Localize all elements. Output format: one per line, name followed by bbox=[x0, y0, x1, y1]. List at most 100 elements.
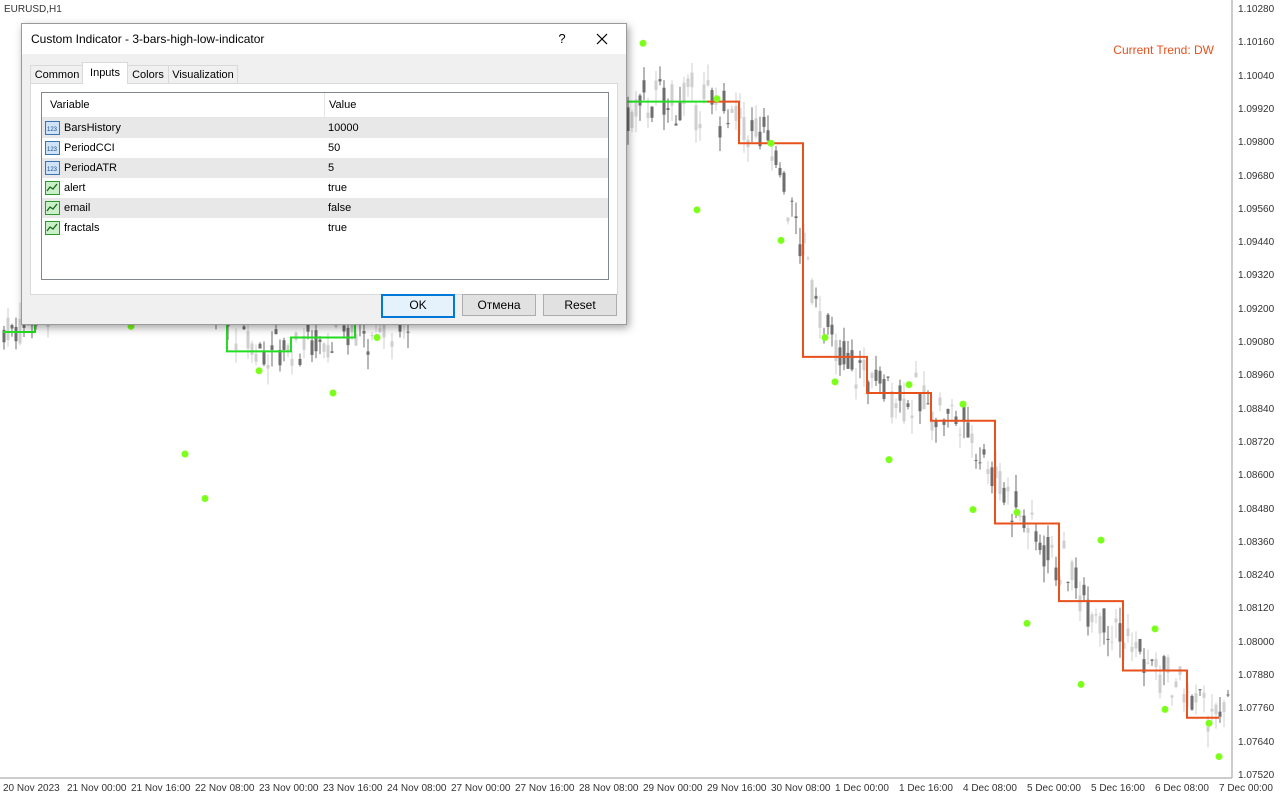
price-tick-label: 1.08000 bbox=[1238, 636, 1275, 648]
time-tick-label: 23 Nov 00:00 bbox=[259, 783, 319, 794]
variable-name: PeriodCCI bbox=[64, 142, 115, 154]
time-tick-label: 7 Dec 00:00 bbox=[1219, 783, 1273, 794]
svg-text:123: 123 bbox=[47, 127, 58, 133]
variable-value[interactable]: true bbox=[328, 182, 347, 194]
variable-value[interactable]: 10000 bbox=[328, 122, 359, 134]
grid-row-barshistory[interactable]: 123 BarsHistory 10000 bbox=[42, 118, 608, 138]
candle-body bbox=[910, 415, 914, 418]
candle-body bbox=[698, 123, 702, 129]
candle-body bbox=[786, 217, 790, 222]
grid-row-fractals[interactable]: fractals true bbox=[42, 218, 608, 238]
candle-body bbox=[730, 108, 734, 113]
grid-row-alert[interactable]: alert true bbox=[42, 178, 608, 198]
time-tick-label: 24 Nov 08:00 bbox=[387, 783, 447, 794]
price-tick-label: 1.08600 bbox=[1238, 470, 1275, 482]
time-tick-label: 22 Nov 08:00 bbox=[195, 783, 255, 794]
candle-body bbox=[294, 332, 298, 340]
candle-body bbox=[922, 385, 926, 410]
header-value[interactable]: Value bbox=[329, 99, 356, 111]
tab-common[interactable]: Common bbox=[30, 65, 84, 84]
candle-body bbox=[974, 460, 978, 462]
price-tick-label: 1.07880 bbox=[1238, 670, 1275, 681]
candle-body bbox=[1014, 491, 1018, 508]
tab-colors[interactable]: Colors bbox=[127, 65, 169, 84]
price-tick-label: 1.09080 bbox=[1238, 337, 1275, 348]
candle-body bbox=[1042, 545, 1046, 567]
price-tick-label: 1.08840 bbox=[1238, 403, 1275, 415]
candle-body bbox=[834, 340, 838, 362]
help-button[interactable]: ? bbox=[550, 27, 574, 51]
variable-name: fractals bbox=[64, 222, 100, 234]
candle-body bbox=[1218, 711, 1222, 717]
candle-body bbox=[1118, 623, 1122, 642]
candle-body bbox=[646, 112, 650, 119]
candle-body bbox=[1214, 704, 1218, 715]
candle-body bbox=[258, 343, 262, 349]
candle-body bbox=[1150, 659, 1154, 661]
cancel-button[interactable]: Отмена bbox=[462, 294, 536, 316]
time-tick-label: 6 Dec 08:00 bbox=[1155, 783, 1209, 794]
fractal-point bbox=[1215, 753, 1223, 761]
fractal-point bbox=[1151, 625, 1159, 633]
candle-body bbox=[262, 351, 266, 365]
price-tick-label: 1.08240 bbox=[1238, 570, 1275, 582]
candle-body bbox=[14, 326, 18, 342]
price-tick-label: 1.09920 bbox=[1238, 103, 1275, 115]
price-tick-label: 1.09440 bbox=[1238, 237, 1275, 249]
header-variable[interactable]: Variable bbox=[50, 99, 90, 111]
variable-value[interactable]: false bbox=[328, 202, 351, 214]
variable-value[interactable]: true bbox=[328, 222, 347, 234]
time-tick-label: 29 Nov 16:00 bbox=[707, 783, 767, 794]
close-button[interactable] bbox=[590, 27, 614, 51]
candle-body bbox=[1070, 561, 1074, 580]
candle-body bbox=[1110, 641, 1114, 643]
variable-value[interactable]: 50 bbox=[328, 142, 340, 154]
candle-body bbox=[270, 345, 274, 350]
candle-body bbox=[330, 351, 334, 353]
inputs-grid[interactable]: Variable Value 123 BarsHistory 10000 123 Per… bbox=[41, 92, 609, 280]
candle-body bbox=[1134, 642, 1138, 649]
tab-inputs[interactable]: Inputs bbox=[82, 62, 128, 84]
candle-body bbox=[1066, 581, 1070, 583]
candle-body bbox=[798, 244, 802, 257]
grid-row-periodatr[interactable]: 123 PeriodATR 5 bbox=[42, 158, 608, 178]
candle-body bbox=[982, 449, 986, 455]
variable-value[interactable]: 5 bbox=[328, 162, 334, 174]
fractal-point bbox=[329, 389, 337, 397]
price-tick-label: 1.09320 bbox=[1238, 270, 1275, 282]
custom-indicator-dialog: Custom Indicator - 3-bars-high-low-indic… bbox=[21, 23, 627, 325]
candle-body bbox=[666, 108, 670, 111]
dialog-titlebar[interactable]: Custom Indicator - 3-bars-high-low-indic… bbox=[22, 24, 626, 54]
variable-name: email bbox=[64, 202, 91, 214]
ok-button[interactable]: OK bbox=[381, 294, 455, 318]
candle-body bbox=[274, 329, 278, 335]
candle-body bbox=[1170, 695, 1174, 698]
grid-row-email[interactable]: email false bbox=[42, 198, 608, 218]
fractal-point bbox=[821, 333, 829, 341]
reset-button[interactable]: Reset bbox=[543, 294, 617, 316]
candle-body bbox=[310, 340, 314, 355]
fractal-point bbox=[885, 456, 893, 464]
tab-visualization[interactable]: Visualization bbox=[168, 65, 238, 84]
time-tick-label: 28 Nov 08:00 bbox=[579, 783, 639, 794]
time-tick-label: 29 Nov 00:00 bbox=[643, 783, 703, 794]
candle-body bbox=[818, 311, 822, 328]
candle-body bbox=[242, 326, 246, 330]
candle-body bbox=[1038, 542, 1042, 550]
fractal-point bbox=[1023, 619, 1031, 627]
candle-body bbox=[298, 358, 302, 365]
time-tick-label: 27 Nov 00:00 bbox=[451, 783, 511, 794]
grid-row-periodcci[interactable]: 123 PeriodCCI 50 bbox=[42, 138, 608, 158]
candle-body bbox=[1182, 694, 1186, 703]
candle-body bbox=[726, 122, 730, 125]
time-tick-label: 27 Nov 16:00 bbox=[515, 783, 575, 794]
candle-body bbox=[1154, 658, 1158, 668]
header-separator[interactable] bbox=[324, 93, 325, 117]
integer-icon: 123 bbox=[45, 161, 60, 175]
candle-body bbox=[718, 126, 722, 138]
candle-body bbox=[1190, 695, 1194, 710]
fractal-point bbox=[373, 333, 381, 341]
candle-body bbox=[854, 384, 858, 389]
price-tick-label: 1.08360 bbox=[1238, 536, 1275, 548]
candle-body bbox=[1030, 512, 1034, 515]
